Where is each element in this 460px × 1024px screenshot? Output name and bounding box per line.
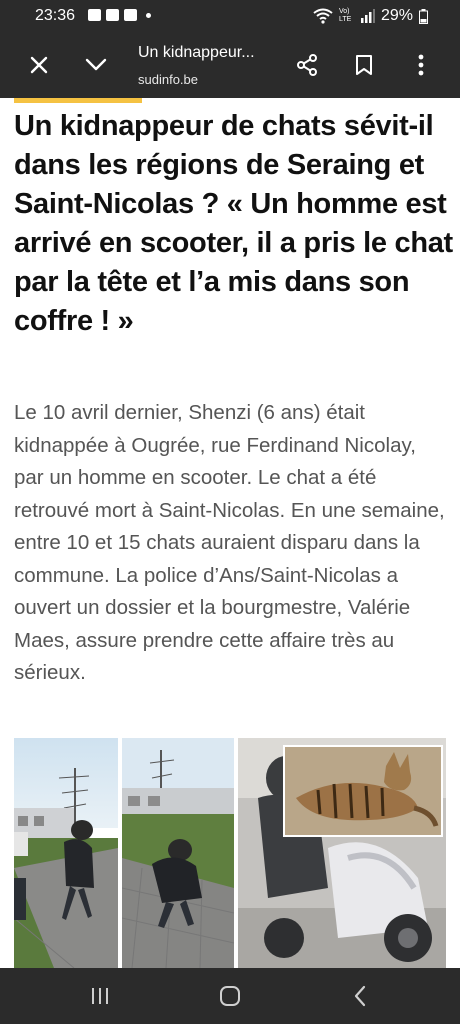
back-button[interactable] xyxy=(346,982,374,1010)
photo-scooter-and-cat xyxy=(238,738,446,968)
photo-man-on-sidewalk xyxy=(14,738,118,968)
recent-apps-button[interactable] xyxy=(86,982,114,1010)
bookmark-button[interactable] xyxy=(347,48,381,82)
share-icon xyxy=(297,54,317,76)
page-domain[interactable]: sudinfo.be xyxy=(138,72,198,87)
status-right: Vo) LTE 29% xyxy=(313,7,428,25)
status-bar: 23:36 Vo) LTE 29% xyxy=(0,0,460,32)
wifi-icon xyxy=(313,8,333,24)
menu-button[interactable] xyxy=(404,48,438,82)
article-lede: Le 10 avril dernier, Shenzi (6 ans) étai… xyxy=(14,401,445,684)
battery-text: 29% xyxy=(380,7,413,24)
lte-label: Vo) LTE xyxy=(338,8,352,23)
share-button[interactable] xyxy=(290,48,324,82)
photo-man-crouching xyxy=(122,738,234,968)
more-vert-icon xyxy=(418,54,424,76)
chevron-down-icon xyxy=(85,58,107,71)
close-icon xyxy=(30,56,48,74)
page-title[interactable]: Un kidnappeur... xyxy=(138,44,255,62)
home-icon xyxy=(220,986,240,1006)
back-icon xyxy=(354,985,366,1007)
article-headline: Un kidnappeur de chats sévit-il dans les… xyxy=(14,110,453,337)
collapse-button[interactable] xyxy=(79,48,113,82)
android-nav-bar xyxy=(0,968,460,1024)
battery-icon xyxy=(419,8,428,24)
signal-icon xyxy=(360,9,375,23)
gallery-notification-icon xyxy=(88,9,101,21)
youtube-notification-icon-2 xyxy=(124,9,137,21)
article-photo-collage[interactable] xyxy=(14,738,446,968)
category-tag-bar xyxy=(14,98,142,103)
notification-icons xyxy=(88,9,151,21)
status-time: 23:36 xyxy=(35,7,76,24)
browser-toolbar: Un kidnappeur... sudinfo.be xyxy=(0,32,460,98)
youtube-notification-icon xyxy=(106,9,119,21)
more-notifications-dot xyxy=(146,12,151,18)
recent-apps-icon xyxy=(92,988,108,1004)
home-button[interactable] xyxy=(216,982,244,1010)
close-button[interactable] xyxy=(22,48,56,82)
bookmark-icon xyxy=(356,55,372,75)
